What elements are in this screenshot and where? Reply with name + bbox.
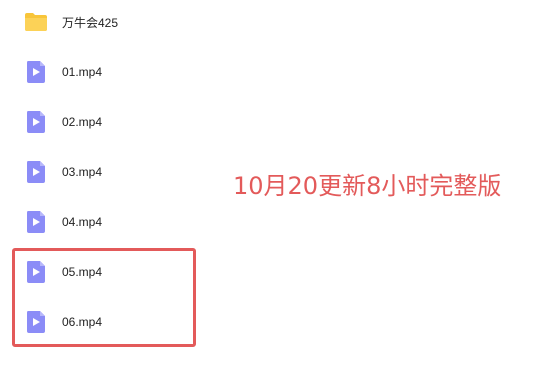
file-name: 02.mp4 <box>62 115 103 129</box>
video-file-icon <box>24 60 48 84</box>
file-row-4[interactable]: 04.mp4 <box>0 202 200 242</box>
folder-icon <box>24 10 48 34</box>
file-row-3[interactable]: 03.mp4 <box>0 152 200 192</box>
video-file-icon <box>24 160 48 184</box>
video-file-icon <box>24 210 48 234</box>
file-name: 01.mp4 <box>62 65 103 79</box>
video-file-icon <box>24 110 48 134</box>
file-name: 万牛会425 <box>62 15 119 30</box>
file-name: 04.mp4 <box>62 215 103 229</box>
file-row-1[interactable]: 01.mp4 <box>0 52 200 92</box>
file-name: 03.mp4 <box>62 165 103 179</box>
folder-row-0[interactable]: 万牛会425 <box>0 2 200 42</box>
file-row-2[interactable]: 02.mp4 <box>0 102 200 142</box>
annotation-text: 10月20更新8小时完整版 <box>233 172 502 200</box>
file-browser-page: 万牛会425 01.mp4 02.mp4 03.mp4 04.mp4 05.mp… <box>0 0 544 370</box>
highlight-box <box>12 248 196 347</box>
